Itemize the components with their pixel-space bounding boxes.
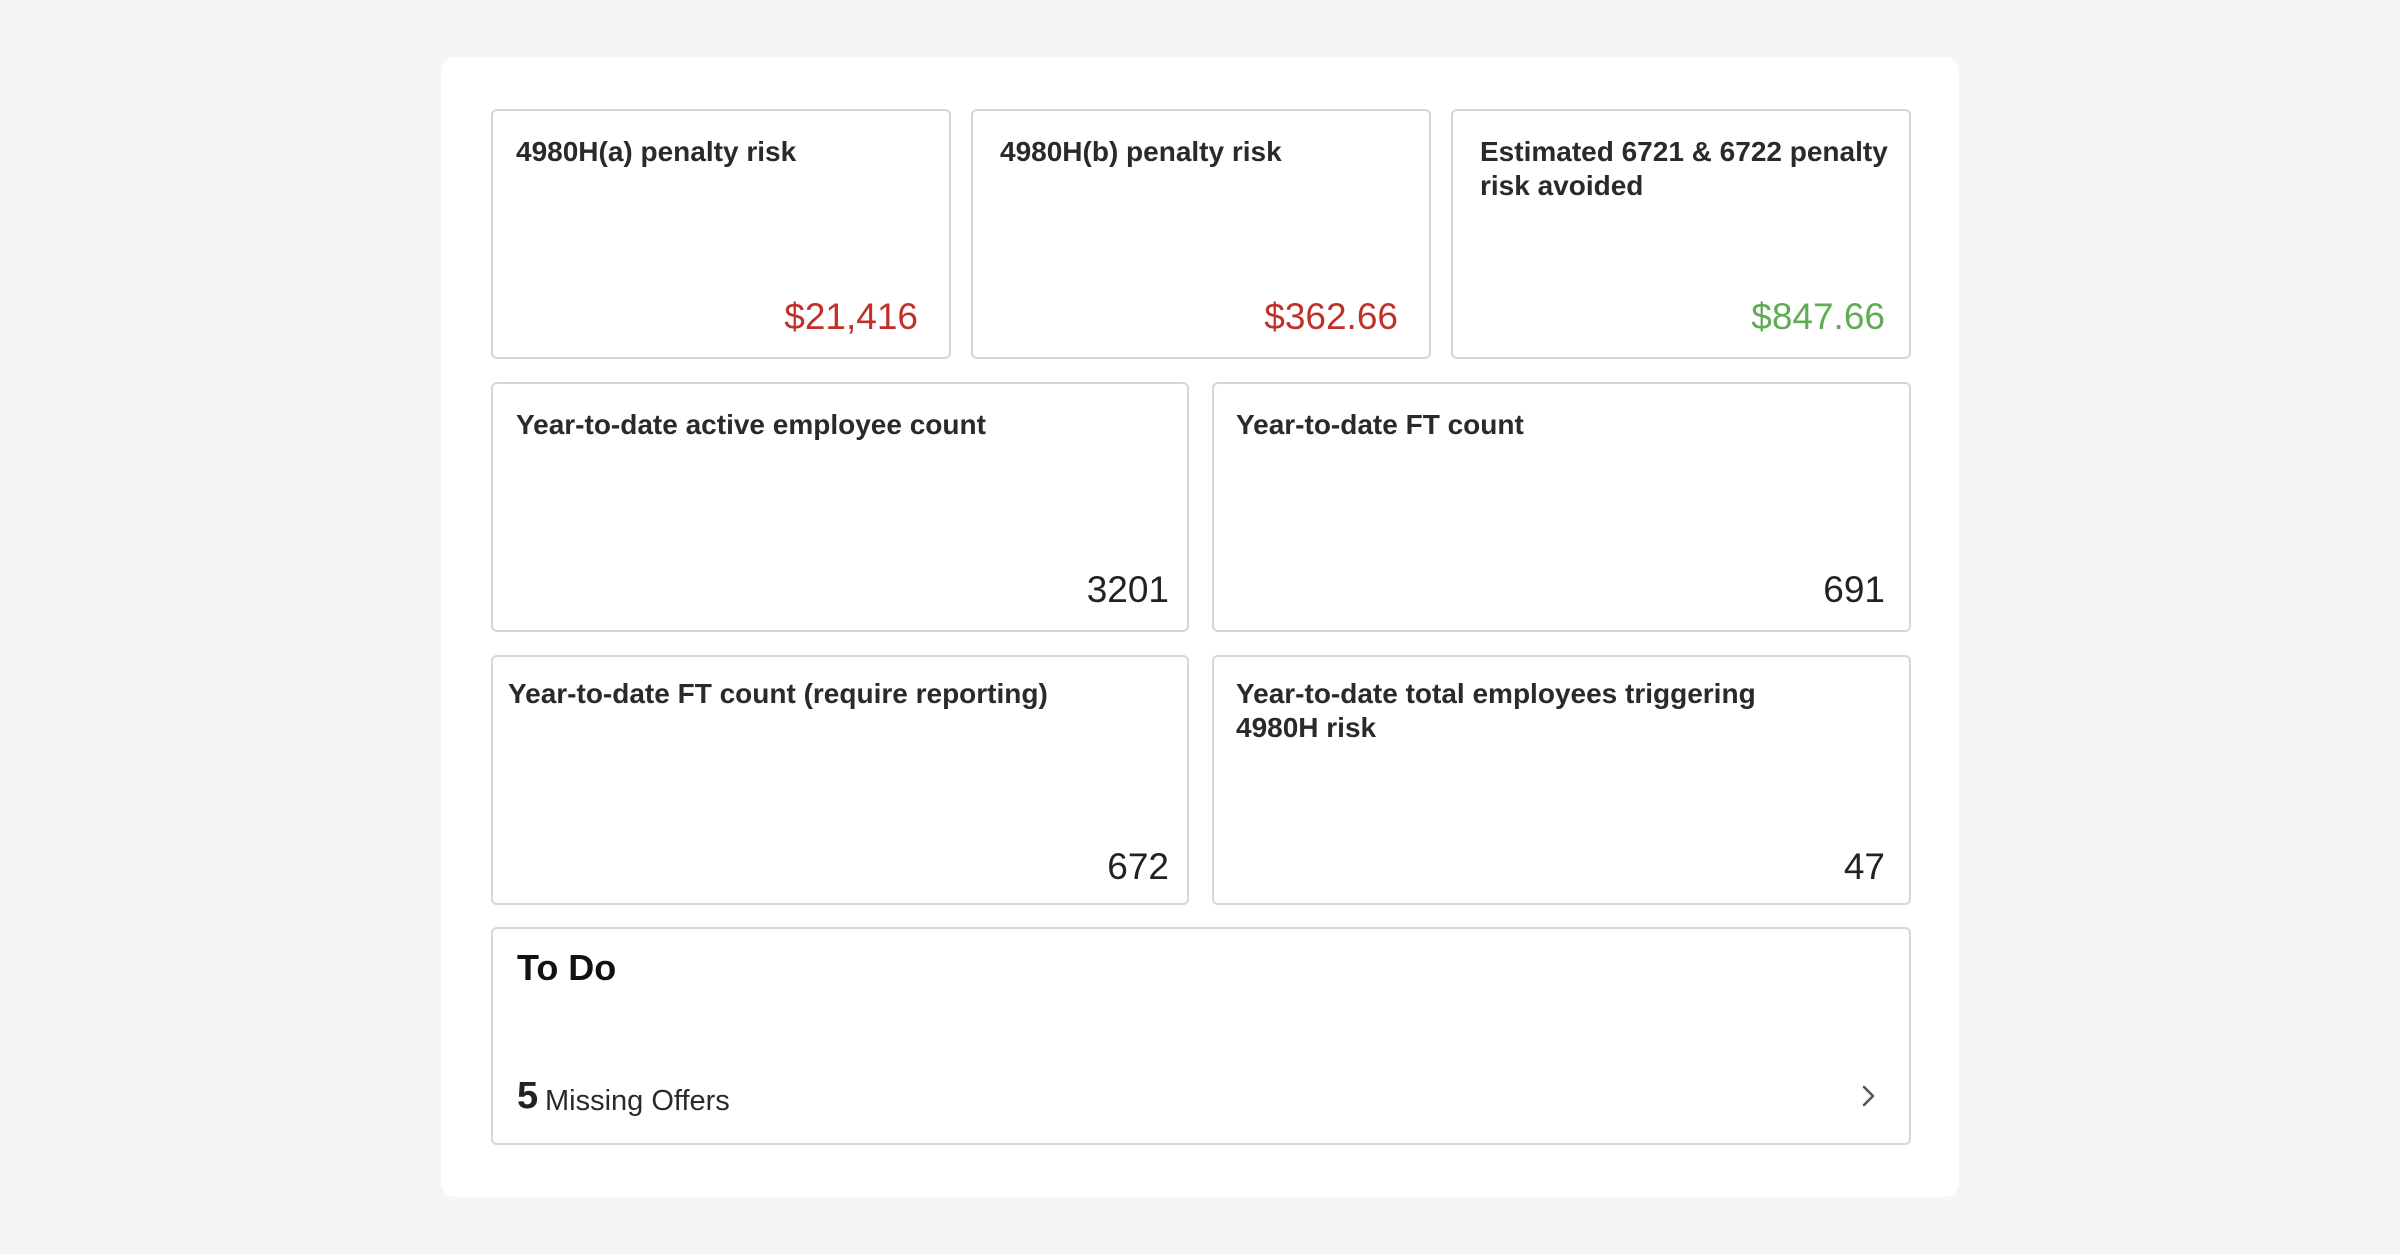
chevron-right-icon[interactable] (1855, 1083, 1881, 1109)
todo-title: To Do (517, 947, 617, 988)
card-value: 47 (1843, 846, 1885, 887)
card-title: Estimated 6721 & 6722 penalty risk avoid… (1480, 136, 1888, 201)
penalty-avoided-card: Estimated 6721 & 6722 penalty risk avoid… (1451, 109, 1911, 359)
card-value: $362.66 (1264, 296, 1398, 337)
dashboard-panel: 4980H(a) penalty risk $21,416 4980H(b) p… (441, 57, 1959, 1197)
card-title: 4980H(b) penalty risk (1000, 136, 1282, 167)
ytd-ft-reporting-card: Year-to-date FT count (require reporting… (491, 655, 1189, 905)
ytd-active-employee-card: Year-to-date active employee count 3201 (491, 382, 1189, 632)
card-title: Year-to-date total employees triggering … (1236, 678, 1756, 743)
card-title: Year-to-date FT count (require reporting… (508, 678, 1048, 709)
penalty-4980ha-card: 4980H(a) penalty risk $21,416 (491, 109, 951, 359)
ytd-4980h-risk-card: Year-to-date total employees triggering … (1212, 655, 1911, 905)
card-title: 4980H(a) penalty risk (516, 136, 797, 167)
card-value: 672 (1107, 846, 1169, 887)
todo-card: To Do 5 Missing Offers (491, 927, 1911, 1145)
card-title: Year-to-date active employee count (516, 409, 986, 440)
card-value: 691 (1823, 569, 1885, 610)
card-value: $21,416 (784, 296, 918, 337)
card-value: $847.66 (1751, 296, 1885, 337)
todo-item-label: Missing Offers (545, 1085, 730, 1117)
penalty-4980hb-card: 4980H(b) penalty risk $362.66 (971, 109, 1431, 359)
todo-item-count: 5 (517, 1075, 539, 1117)
todo-item-missing-offers[interactable]: 5 Missing Offers (493, 1063, 1909, 1143)
card-value: 3201 (1086, 569, 1169, 610)
ytd-ft-count-card: Year-to-date FT count 691 (1212, 382, 1911, 632)
card-title: Year-to-date FT count (1236, 409, 1524, 440)
